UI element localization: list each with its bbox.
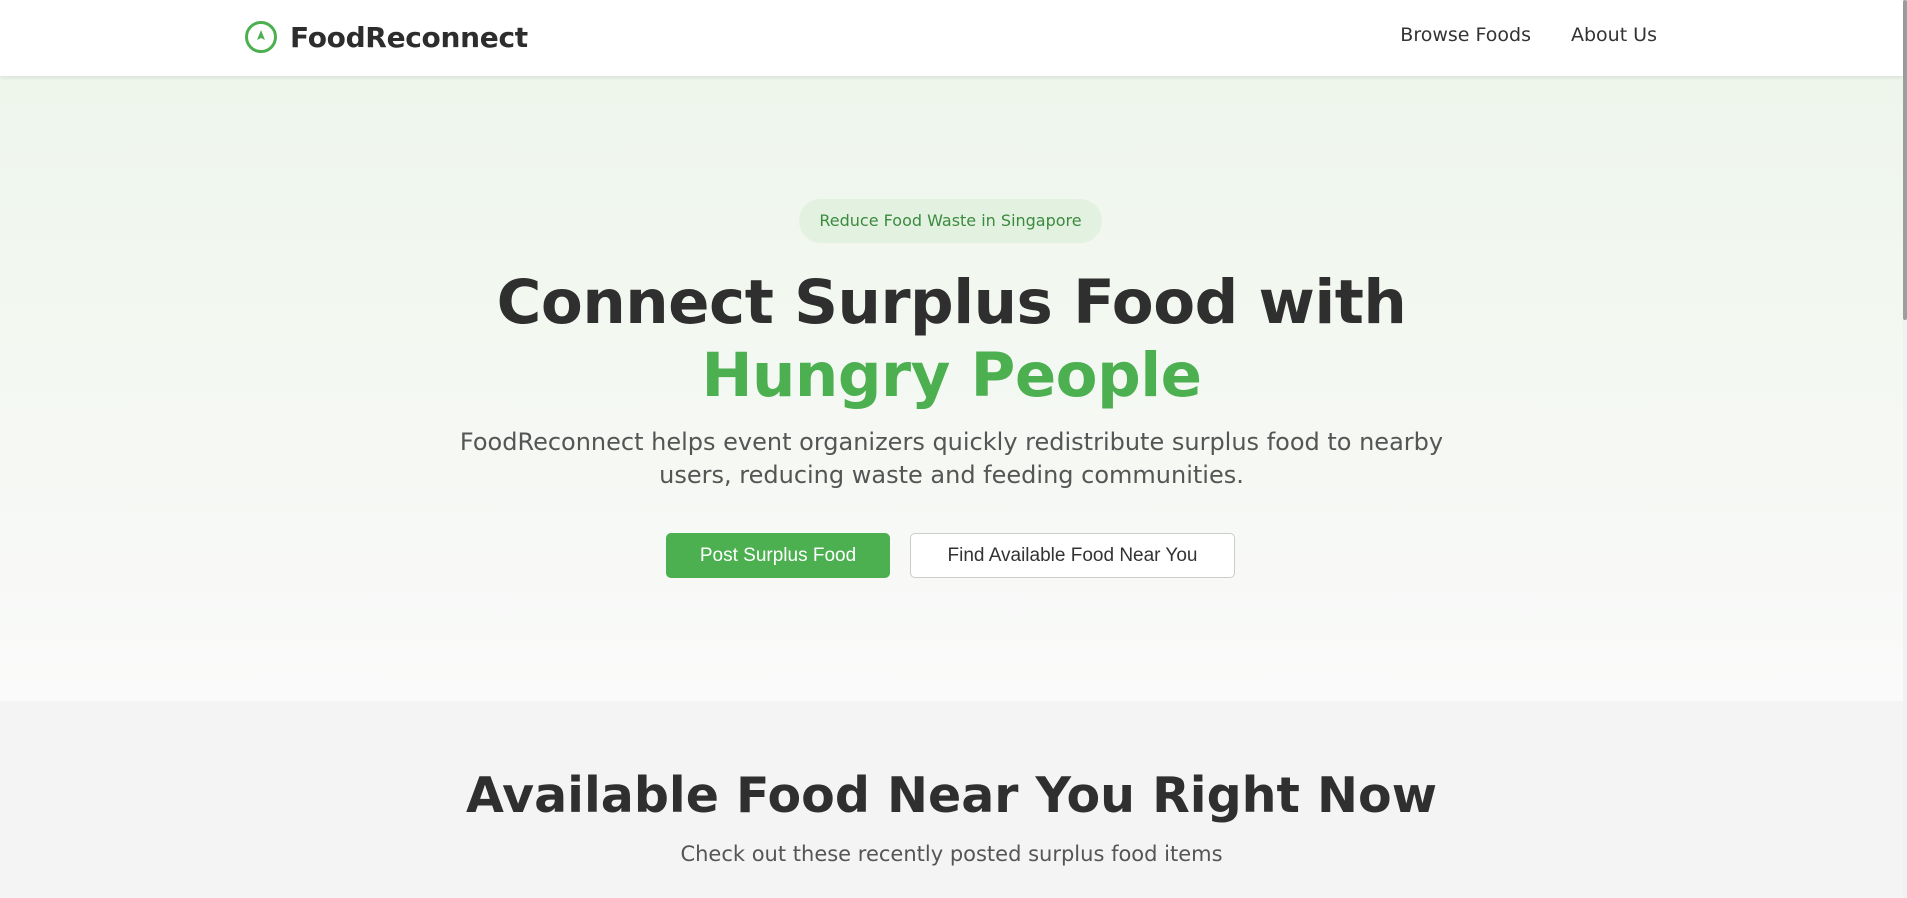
available-food-section: Available Food Near You Right Now Check … <box>0 701 1903 898</box>
compass-icon <box>245 21 277 53</box>
brand-logo-link[interactable]: FoodReconnect <box>244 19 528 55</box>
nav-link-about-us[interactable]: About Us <box>1571 24 1657 46</box>
hero-title-accent: Hungry People <box>701 340 1202 411</box>
tagline-badge: Reduce Food Waste in Singapore <box>799 199 1102 243</box>
top-navbar: FoodReconnect Browse Foods About Us <box>0 0 1903 76</box>
brand-name: FoodReconnect <box>290 20 528 54</box>
hero-description: FoodReconnect helps event organizers qui… <box>459 428 1444 489</box>
find-food-button[interactable]: Find Available Food Near You <box>910 533 1235 578</box>
nav-link-browse-foods[interactable]: Browse Foods <box>1400 24 1531 46</box>
section-title: Available Food Near You Right Now <box>466 767 1437 824</box>
main-nav: Browse Foods About Us <box>1400 24 1657 46</box>
hero-title-main: Connect Surplus Food with <box>496 267 1407 338</box>
hero-actions: Post Surplus Food Find Available Food Ne… <box>666 533 1235 578</box>
section-subtitle: Check out these recently posted surplus … <box>680 842 1223 866</box>
post-surplus-food-button[interactable]: Post Surplus Food <box>666 533 890 578</box>
page: FoodReconnect Browse Foods About Us Redu… <box>0 0 1907 898</box>
scrollbar-thumb[interactable] <box>1903 0 1907 320</box>
hero-section: Reduce Food Waste in Singapore Connect S… <box>0 76 1903 701</box>
hero-title: Connect Surplus Food with Hungry People <box>400 266 1503 412</box>
page-scrollbar[interactable] <box>1903 0 1907 898</box>
